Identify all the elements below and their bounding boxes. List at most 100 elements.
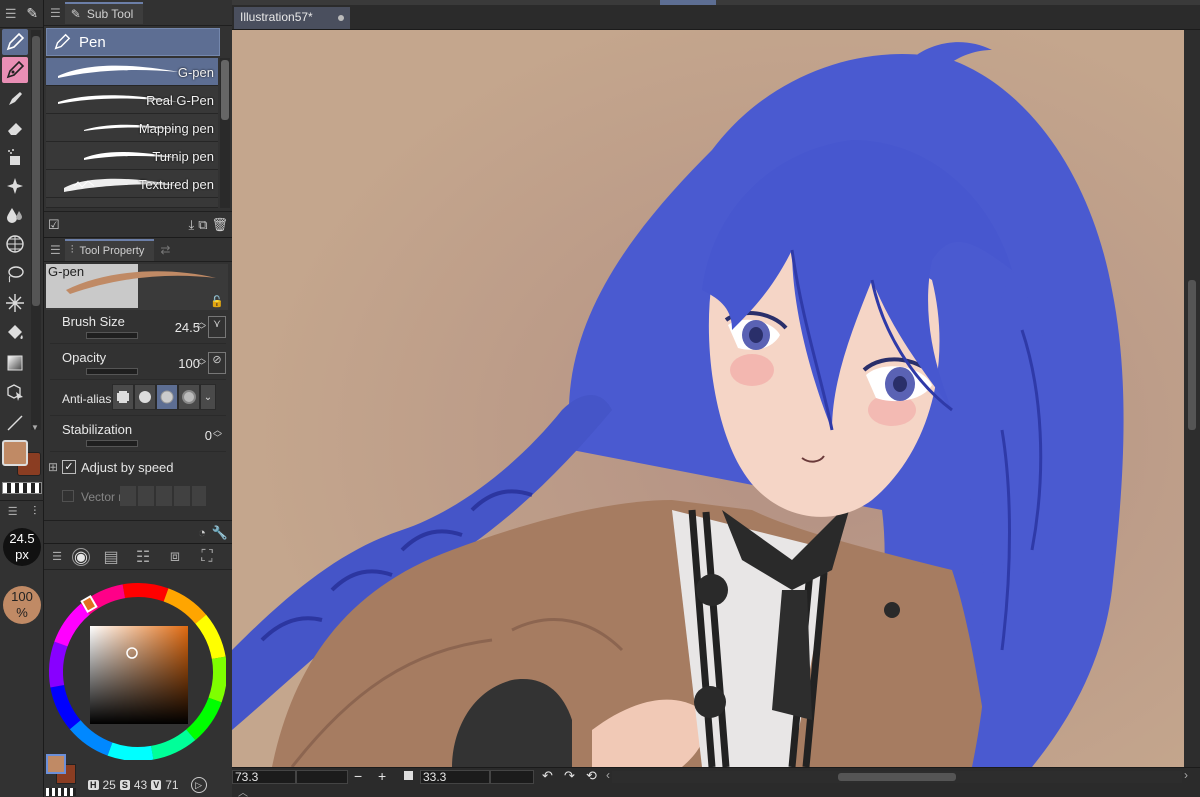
color-wheel[interactable] [46, 580, 226, 760]
antialias-strong-button[interactable] [178, 384, 200, 410]
brush-size-indicator[interactable]: 24.5 px [3, 528, 41, 566]
subtool-settings-icon[interactable]: ☑ [48, 217, 60, 233]
menu-icon[interactable]: ☰ [50, 6, 61, 20]
rotate-right-icon[interactable]: ↷ [564, 768, 575, 784]
tool-pen-button[interactable] [2, 29, 28, 55]
tab-subtool[interactable]: ✎ Sub Tool [64, 1, 144, 24]
scroll-thumb[interactable] [1188, 280, 1196, 430]
stabilization-value[interactable]: 0 [205, 428, 212, 443]
play-icon[interactable]: ▷ [190, 777, 207, 793]
chevron-up-icon[interactable]: ︿ [238, 784, 248, 797]
tab-color-wheel[interactable]: ◉ [72, 547, 90, 566]
expand-icon[interactable]: ⊞ [48, 460, 58, 474]
menu-icon[interactable]: ☰ [52, 548, 62, 566]
chevron-left-icon[interactable]: ‹ [606, 768, 610, 782]
tool-gradient-button[interactable] [2, 350, 28, 376]
spinner-icon[interactable]: ︿ ﹀ [197, 318, 206, 335]
tool-lasso-button[interactable] [2, 261, 28, 287]
zoom-out-button[interactable]: − [354, 768, 362, 784]
tool-eraser-button[interactable] [2, 115, 28, 141]
canvas-horizontal-scrollbar[interactable] [612, 771, 1182, 783]
brush-size-row[interactable]: Brush Size 24.5 ︿ ﹀ ⋎ [50, 310, 226, 344]
tool-blend-button[interactable] [2, 202, 28, 228]
tab-tool-property[interactable]: ⫶ Tool Property [64, 238, 155, 261]
tool-airbrush-button[interactable] [2, 144, 28, 170]
tool-operation-button[interactable] [2, 231, 28, 257]
main-color-swatch[interactable] [2, 440, 28, 466]
menu-icon[interactable]: ☰ [5, 6, 17, 22]
antialias-medium-button[interactable] [156, 384, 178, 410]
zoom-field[interactable]: 73.3 [232, 770, 296, 784]
opacity-dynamics-icon[interactable]: ⊘ [208, 352, 226, 374]
brush-item-turnip-pen[interactable]: Turnip pen [46, 142, 218, 170]
chevron-down-icon[interactable]: ▼ [31, 423, 41, 433]
menu-icon[interactable]: ☰ [50, 243, 61, 257]
tab-color-history[interactable]: ⛶ [196, 548, 218, 566]
scroll-thumb[interactable] [32, 36, 40, 306]
antialias-label: Anti-aliasi [62, 392, 115, 406]
panel-main-color-swatch[interactable] [46, 754, 66, 774]
clock-icon[interactable]: ◔ [198, 525, 206, 540]
zoom-in-button[interactable]: + [378, 768, 386, 784]
spinner-icon[interactable]: ︿ ﹀ [197, 354, 206, 371]
settings-wrench-icon[interactable]: 🔧 [212, 525, 228, 541]
tool-auto-select-button[interactable] [2, 290, 28, 316]
unsaved-dot-icon[interactable] [338, 15, 344, 21]
tool-line-button[interactable] [2, 410, 28, 436]
antialias-none-button[interactable] [112, 384, 134, 410]
tool-decoration-button[interactable] [2, 173, 28, 199]
link-icon[interactable]: ⇄ [160, 243, 170, 257]
subtool-group-pen[interactable]: Pen [46, 28, 220, 56]
tool-fill-button[interactable] [2, 320, 28, 346]
tab-illustration57[interactable]: Illustration57* [234, 7, 350, 29]
tab-intermediate-color[interactable]: ⧈ [164, 548, 186, 566]
reset-rotation-icon[interactable]: ⟲ [586, 768, 597, 784]
color-panel-tabs: ☰ ◉ ▤ ☷ ⧈ ⛶ [44, 544, 232, 570]
rotation-field[interactable]: 33.3 [420, 770, 490, 784]
canvas[interactable] [232, 30, 1184, 767]
scroll-thumb[interactable] [838, 773, 956, 781]
tab-color-slider[interactable]: ▤ [100, 548, 122, 566]
fit-icon[interactable] [404, 771, 413, 780]
transparent-color-swatch[interactable] [2, 482, 42, 494]
size-dynamics-icon[interactable]: ⋎ [208, 316, 226, 338]
canvas-vertical-scrollbar[interactable] [1184, 30, 1200, 767]
brush-size-slider[interactable] [86, 332, 138, 339]
lock-icon[interactable]: 🔓 [210, 295, 224, 308]
antialias-options: ⌄ [112, 384, 216, 410]
spinner-icon[interactable]: ︿ ﹀ [213, 426, 222, 443]
opacity-slider[interactable] [86, 368, 138, 375]
duplicate-icon[interactable]: ⧉ [198, 217, 207, 233]
zoom-slider[interactable] [296, 770, 348, 784]
brush-item-mapping-pen[interactable]: Mapping pen [46, 114, 218, 142]
adjust-speed-checkbox[interactable]: ✓ [62, 460, 76, 474]
brush-item-real-g-pen[interactable]: Real G-Pen [46, 86, 218, 114]
stabilization-row[interactable]: Stabilization 0 ︿ ﹀ [50, 418, 226, 452]
tab-color-set[interactable]: ☷ [132, 548, 154, 566]
chevron-right-icon[interactable]: › [1184, 768, 1188, 782]
import-icon[interactable]: ⤓ [188, 217, 194, 233]
rotate-left-icon[interactable]: ↶ [542, 768, 553, 784]
menu-icon[interactable]: ☰ [8, 505, 18, 518]
subtool-scrollbar[interactable] [220, 58, 230, 208]
rotation-slider[interactable] [490, 770, 534, 784]
chevron-down-icon[interactable]: ⌄ [200, 384, 216, 410]
tool-brush-button[interactable] [2, 86, 28, 112]
tool-pencil-button[interactable] [2, 57, 28, 83]
trash-icon[interactable]: 🗑 [211, 217, 228, 233]
adjust-speed-row[interactable]: ⊞ ✓ Adjust by speed [48, 452, 226, 486]
stabilization-slider[interactable] [86, 440, 138, 447]
antialias-weak-button[interactable] [134, 384, 156, 410]
tool-strip-scrollbar[interactable] [31, 30, 41, 430]
brush-item-textured-pen[interactable]: Textured pen [46, 170, 218, 198]
opacity-indicator[interactable]: 100 % [3, 586, 41, 624]
tool-object-button[interactable] [2, 380, 28, 406]
panel-transparent-swatch[interactable] [46, 788, 76, 796]
brush-preview: G-pen 🔓 [46, 264, 228, 310]
brush-item-partial[interactable] [46, 198, 218, 208]
opacity-row[interactable]: Opacity 100 ︿ ﹀ ⊘ [50, 346, 226, 380]
saturation-value-square[interactable] [90, 626, 188, 724]
brush-item-g-pen[interactable]: G-pen [46, 58, 218, 86]
scroll-thumb[interactable] [221, 60, 229, 120]
line-icon [7, 415, 23, 431]
